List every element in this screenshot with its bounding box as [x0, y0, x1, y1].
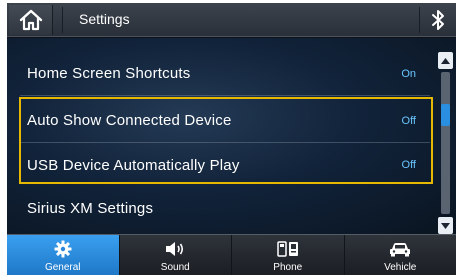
setting-row-usb-device-automatically-play[interactable]: USB Device Automatically Play Off [20, 143, 430, 187]
car-icon [389, 240, 411, 258]
settings-list: Home Screen Shortcuts On Auto Show Conne… [7, 38, 456, 234]
header-divider [419, 7, 420, 33]
bluetooth-icon [432, 10, 444, 30]
scroll-thumb[interactable] [441, 104, 450, 126]
header-bar: Settings [7, 3, 456, 37]
setting-row-auto-show-connected-device[interactable]: Auto Show Connected Device Off [20, 99, 430, 143]
speaker-icon [164, 240, 186, 258]
tab-label: General [44, 262, 81, 273]
tab-general[interactable]: General [7, 235, 120, 275]
scrollbar[interactable] [438, 52, 453, 234]
setting-value: Off [401, 159, 416, 171]
setting-label: USB Device Automatically Play [27, 156, 240, 174]
tab-label: Phone [273, 262, 303, 273]
page-title: Settings [79, 11, 130, 27]
triangle-up-icon [441, 57, 450, 64]
triangle-down-icon [441, 222, 450, 229]
home-icon [19, 9, 42, 31]
setting-value: On [401, 67, 416, 80]
home-button[interactable] [9, 5, 53, 35]
setting-row-sirius-xm-settings[interactable]: Sirius XM Settings [20, 186, 430, 230]
header-divider [62, 7, 63, 33]
setting-label: Home Screen Shortcuts [27, 65, 191, 82]
bottom-tab-bar: General Sound Phone Vehicle [7, 234, 456, 275]
setting-label: Auto Show Connected Device [27, 112, 232, 129]
setting-value: Off [401, 114, 416, 127]
scroll-up-button[interactable] [438, 52, 453, 69]
tab-label: Vehicle [384, 262, 417, 273]
scroll-track[interactable] [441, 72, 450, 214]
tab-phone[interactable]: Phone [232, 235, 345, 275]
tab-label: Sound [160, 262, 190, 273]
scroll-down-button[interactable] [438, 217, 453, 234]
phone-icon [277, 240, 299, 258]
tab-vehicle[interactable]: Vehicle [345, 235, 456, 275]
gear-icon [52, 240, 74, 258]
setting-label: Sirius XM Settings [27, 199, 154, 217]
tab-sound[interactable]: Sound [120, 235, 232, 275]
setting-row-home-screen-shortcuts[interactable]: Home Screen Shortcuts On [20, 52, 430, 96]
infotainment-screen: Settings Home Screen Shortcuts On Auto S… [7, 3, 456, 275]
